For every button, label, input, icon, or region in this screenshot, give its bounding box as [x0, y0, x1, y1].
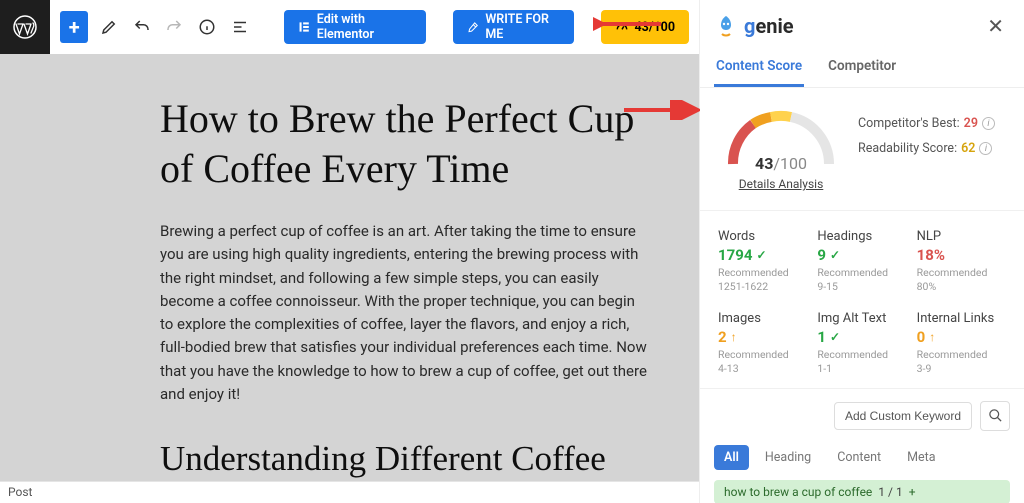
- brand: genie: [714, 14, 794, 38]
- status-bar: Post: [0, 481, 699, 503]
- stat-value: 1794 ✓: [718, 246, 807, 264]
- tab-content-score[interactable]: Content Score: [714, 46, 804, 87]
- filter-all[interactable]: All: [714, 445, 749, 470]
- genie-panel: genie ✕ Content Score Competitor 43/100 …: [699, 0, 1024, 503]
- stat-value: 1 ✓: [817, 328, 906, 346]
- stat-label: Headings: [817, 229, 906, 244]
- elementor-icon: [298, 20, 310, 34]
- stat-recommended: Recommended4-13: [718, 348, 807, 375]
- info-icon[interactable]: i: [982, 117, 995, 130]
- keyword-filters: All Heading Content Meta: [700, 437, 1024, 480]
- elementor-label: Edit with Elementor: [317, 12, 413, 42]
- stat-label: Internal Links: [917, 311, 1006, 326]
- competitor-best: Competitor's Best: 29 i: [858, 116, 995, 131]
- keyword-chip[interactable]: how to brew a cup of coffee 1 / 1 +: [714, 480, 1010, 503]
- stat-cell: Img Alt Text 1 ✓ Recommended1-1: [817, 311, 906, 375]
- undo-icon[interactable]: [129, 13, 154, 41]
- stat-value: 0 ↑: [917, 328, 1006, 346]
- outline-icon[interactable]: [228, 13, 253, 41]
- stat-value: 9 ✓: [817, 246, 906, 264]
- filter-meta[interactable]: Meta: [897, 445, 945, 470]
- stat-recommended: Recommended3-9: [917, 348, 1006, 375]
- annotation-arrow-2: [622, 100, 700, 120]
- info-icon[interactable]: i: [979, 142, 992, 155]
- trend-up-icon: +: [909, 485, 916, 499]
- editor-content[interactable]: How to Brew the Perfect Cup of Coffee Ev…: [0, 54, 699, 503]
- keyword-text: how to brew a cup of coffee: [724, 485, 872, 499]
- search-button[interactable]: [980, 401, 1010, 431]
- stat-label: Img Alt Text: [817, 311, 906, 326]
- tab-competitor[interactable]: Competitor: [826, 46, 898, 87]
- readability-score: Readability Score: 62 i: [858, 141, 995, 156]
- stat-value: 2 ↑: [718, 328, 807, 346]
- keyword-count: 1 / 1: [878, 485, 902, 499]
- stat-recommended: Recommended1251-1622: [718, 266, 807, 293]
- stat-cell: Images 2 ↑ Recommended4-13: [718, 311, 807, 375]
- stat-label: Images: [718, 311, 807, 326]
- wordpress-logo[interactable]: [0, 0, 50, 54]
- stat-cell: Headings 9 ✓ Recommended9-15: [817, 229, 906, 293]
- info-icon[interactable]: [195, 13, 220, 41]
- status-text: Post: [8, 485, 32, 499]
- magic-icon: [467, 20, 479, 34]
- annotation-arrow-1: [593, 14, 663, 34]
- stat-cell: Words 1794 ✓ Recommended1251-1622: [718, 229, 807, 293]
- stat-label: NLP: [917, 229, 1006, 244]
- details-analysis-link[interactable]: Details Analysis: [739, 177, 824, 191]
- filter-heading[interactable]: Heading: [755, 445, 821, 470]
- add-block-button[interactable]: +: [60, 11, 88, 43]
- brand-name: genie: [744, 14, 794, 38]
- stat-label: Words: [718, 229, 807, 244]
- panel-tabs: Content Score Competitor: [700, 46, 1024, 88]
- add-custom-keyword-button[interactable]: Add Custom Keyword: [834, 402, 972, 430]
- post-title[interactable]: How to Brew the Perfect Cup of Coffee Ev…: [160, 94, 655, 194]
- edit-icon[interactable]: [96, 13, 121, 41]
- search-icon: [988, 408, 1003, 423]
- stats-grid: Words 1794 ✓ Recommended1251-1622 Headings 9…: [700, 211, 1024, 389]
- edit-elementor-button[interactable]: Edit with Elementor: [284, 10, 426, 44]
- stat-cell: Internal Links 0 ↑ Recommended3-9: [917, 311, 1006, 375]
- post-paragraph[interactable]: Brewing a perfect cup of coffee is an ar…: [160, 220, 650, 406]
- wordpress-icon: [13, 15, 37, 39]
- redo-icon[interactable]: [162, 13, 187, 41]
- editor-area: + Edit with Elementor WRITE FOR ME: [0, 0, 699, 503]
- stat-recommended: Recommended80%: [917, 266, 1006, 293]
- stat-recommended: Recommended1-1: [817, 348, 906, 375]
- genie-icon: [714, 14, 738, 38]
- write-for-me-button[interactable]: WRITE FOR ME: [453, 10, 574, 44]
- score-block: 43/100 Details Analysis Competitor's Bes…: [700, 88, 1024, 211]
- close-button[interactable]: ✕: [981, 10, 1010, 42]
- filter-content[interactable]: Content: [827, 445, 891, 470]
- stat-value: 18%: [917, 246, 1006, 264]
- stat-recommended: Recommended9-15: [817, 266, 906, 293]
- stat-cell: NLP 18% Recommended80%: [917, 229, 1006, 293]
- write-label: WRITE FOR ME: [485, 12, 560, 42]
